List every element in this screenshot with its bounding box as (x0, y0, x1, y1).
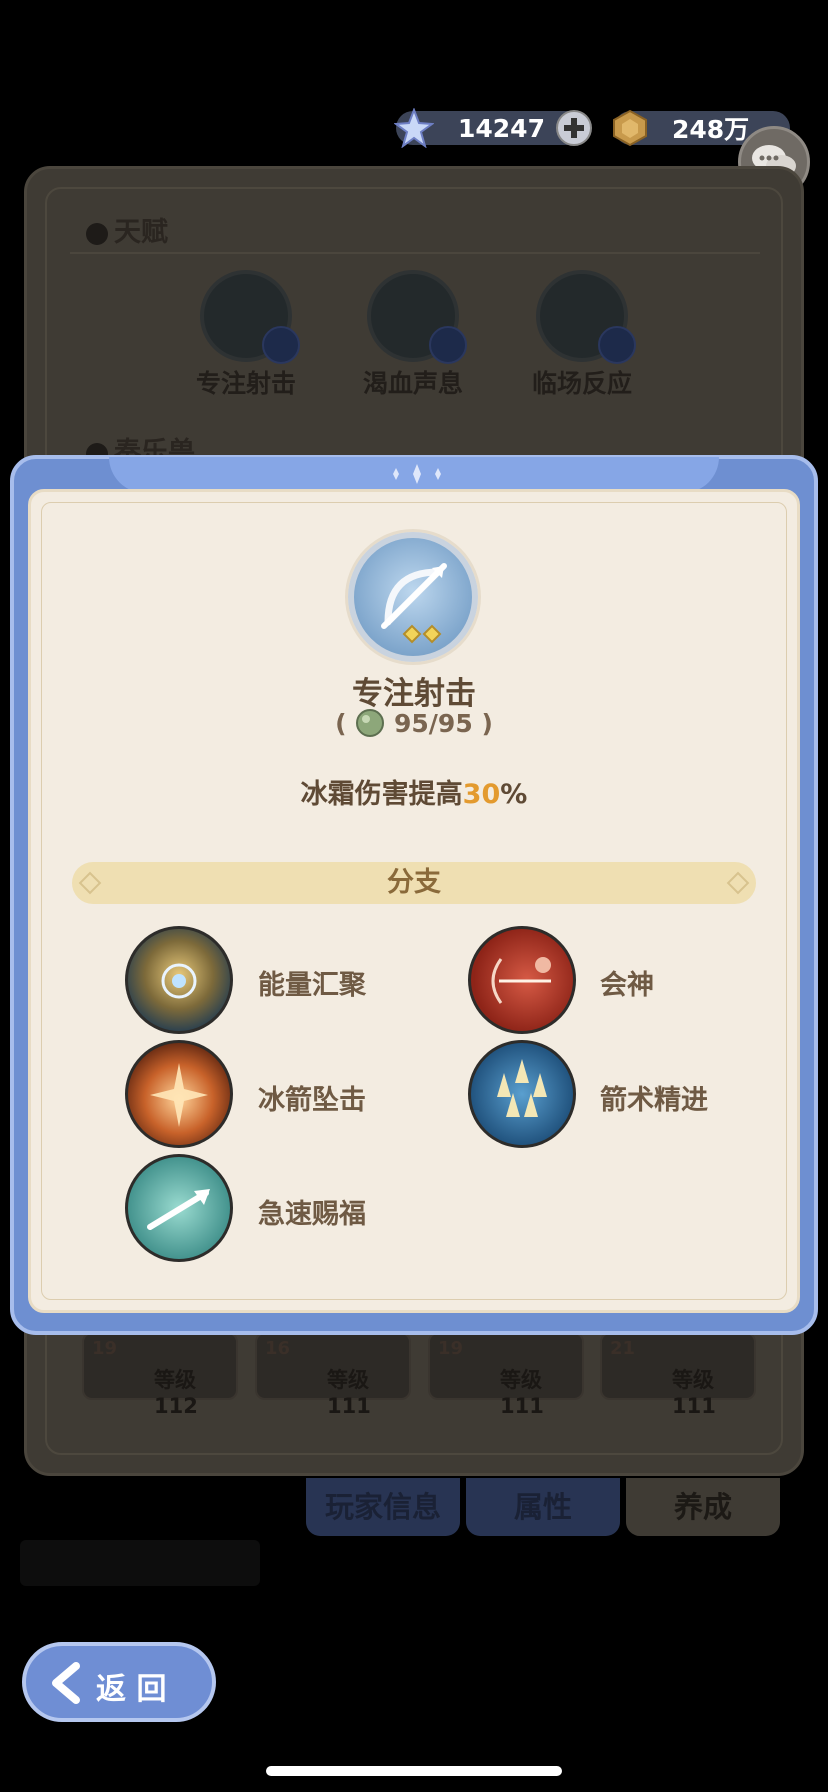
branch-name-4: 箭术精进 (600, 1085, 708, 1116)
talent-progress: ( 95/95 ) (0, 708, 828, 738)
magnify-icon (262, 326, 300, 364)
talent-description: 冰霜伤害提高30% (0, 772, 828, 811)
tab-attributes[interactable]: 属性 (466, 1478, 620, 1536)
back-arrow-icon (52, 1662, 80, 1704)
progress-close: ) (481, 709, 493, 738)
desc-value: 30 (462, 779, 501, 810)
archer-icon (491, 957, 551, 1004)
magnify-icon (429, 326, 467, 364)
leaf-orb-icon (356, 709, 385, 737)
back-button-label: 返 回 (96, 1672, 167, 1707)
branch-icon-ice-arrow-strike[interactable] (125, 1040, 233, 1148)
branch-title: 分支 (387, 867, 441, 898)
branch-icon-archery-mastery[interactable] (468, 1040, 576, 1148)
gems-value: 14247 (458, 113, 545, 143)
desc-suffix: % (500, 779, 528, 810)
talent-slot-2[interactable] (367, 270, 467, 364)
pet-level: 等级111 (327, 1368, 371, 1418)
pet-badge: 19 (438, 1338, 464, 1359)
talent-section-title: 天赋 (86, 210, 168, 249)
talent-divider (70, 252, 760, 254)
swift-arrow-icon (147, 1189, 210, 1230)
bow-arrow-icon (381, 563, 447, 644)
tab-player-info[interactable]: 玩家信息 (306, 1478, 460, 1536)
magnify-icon (598, 326, 636, 364)
pet-level: 等级112 (154, 1368, 198, 1418)
desc-prefix: 冰霜伤害提高 (300, 779, 463, 810)
branch-name-1: 能量汇聚 (258, 970, 366, 1001)
add-currency-button[interactable] (556, 110, 592, 146)
pet-level: 等级111 (500, 1368, 544, 1418)
bottom-bar (20, 1540, 260, 1586)
talent-main-icon (348, 532, 478, 662)
modal-sparkle-icon (393, 464, 441, 484)
talent-section-icon (86, 222, 108, 245)
pet-card-4[interactable]: 21 等级111 (600, 1332, 756, 1418)
branch-icon-haste-blessing[interactable] (125, 1154, 233, 1262)
back-button[interactable]: 返 回 (22, 1642, 216, 1722)
star-gem-icon (394, 108, 434, 148)
tab-develop[interactable]: 养成 (626, 1478, 780, 1536)
progress-open: ( (335, 709, 347, 738)
modal-title: 专注射击 (352, 676, 476, 712)
impact-burst-icon (150, 1063, 208, 1127)
pet-badge: 19 (92, 1338, 118, 1359)
branch-icon-energy-gather[interactable] (125, 926, 233, 1034)
energy-orb-icon (161, 963, 197, 999)
branch-header: 分支 (72, 862, 756, 904)
home-indicator[interactable] (266, 1766, 562, 1776)
talent-name-1: 专注射击 (195, 369, 296, 398)
pet-card-2[interactable]: 16 等级111 (255, 1332, 411, 1418)
branch-icon-focus[interactable] (468, 926, 576, 1034)
branch-name-3: 冰箭坠击 (258, 1085, 366, 1116)
pet-card-1[interactable]: 19 等级112 (82, 1332, 238, 1418)
pet-card-3[interactable]: 19 等级111 (428, 1332, 584, 1418)
branch-name-5: 急速赐福 (258, 1199, 366, 1230)
talent-slot-3[interactable] (536, 270, 636, 364)
pet-badge: 21 (610, 1338, 636, 1359)
pet-level: 等级111 (672, 1368, 716, 1418)
gold-value: 248万 (672, 115, 750, 144)
talent-slot-1[interactable] (200, 270, 300, 364)
add-icon (564, 118, 584, 138)
talent-name-3: 临场反应 (531, 369, 632, 398)
talent-name-2: 渴血声息 (362, 369, 463, 398)
progress-value: 95/95 (394, 709, 473, 738)
gold-coin-icon (613, 109, 647, 147)
talent-section-label: 天赋 (114, 217, 168, 248)
arrow-volley-icon (497, 1059, 547, 1117)
pet-badge: 16 (265, 1338, 291, 1359)
branch-name-2: 会神 (600, 970, 654, 1001)
